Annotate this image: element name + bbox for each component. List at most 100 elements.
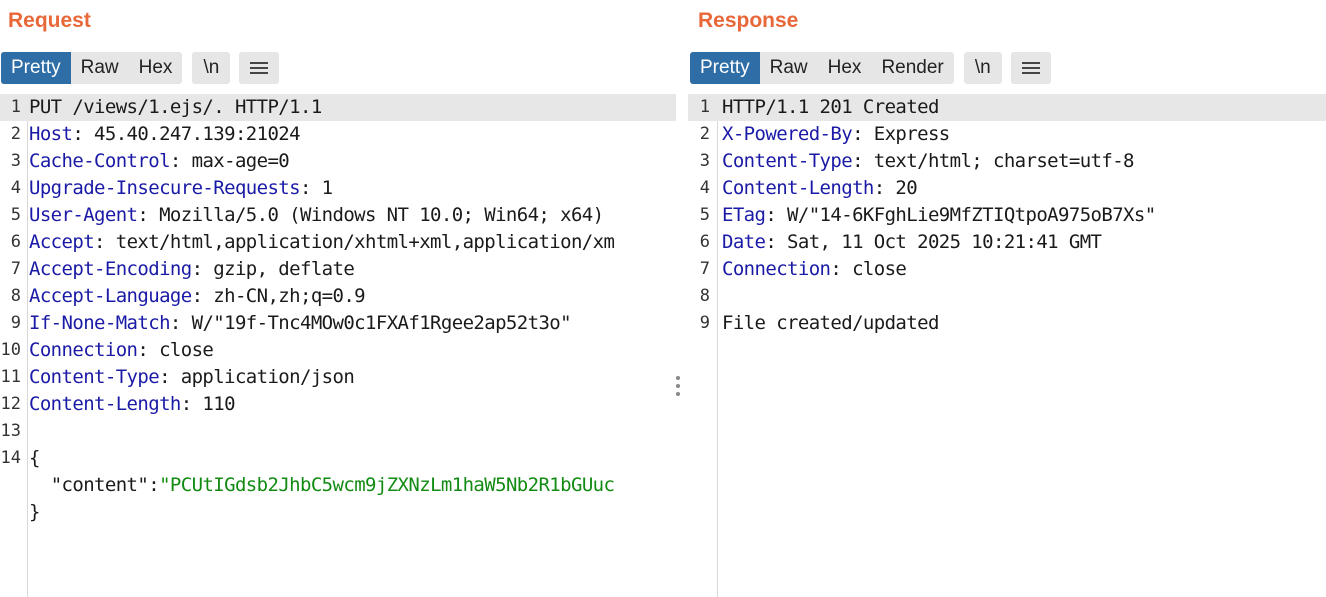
header-value: : Sat, 11 Oct 2025 10:21:41 GMT: [765, 231, 1102, 253]
tab-hex[interactable]: Hex: [129, 52, 183, 84]
header-value: : 1: [299, 177, 333, 199]
header-name: Content-Type: [722, 150, 853, 172]
header-value: : close: [830, 258, 907, 280]
line-number: 8: [10, 286, 21, 306]
code-line: 13: [0, 418, 676, 445]
code-line: 9 File created/updated: [688, 310, 1326, 337]
code-line: 1 HTTP/1.1 201 Created: [688, 94, 1326, 121]
json-colon: :: [148, 474, 160, 496]
code-line: 8 Accept-Language: zh-CN,zh;q=0.9: [0, 283, 676, 310]
hamburger-menu-icon[interactable]: [239, 52, 280, 84]
newline-toggle-button[interactable]: \n: [192, 52, 231, 84]
header-name: ETag: [722, 204, 766, 226]
header-value: : zh-CN,zh;q=0.9: [191, 285, 366, 307]
header-name: Accept: [29, 231, 95, 253]
tab-render[interactable]: Render: [871, 52, 953, 84]
code-line: 4 Upgrade-Insecure-Requests: 1: [0, 175, 676, 202]
code-line: 2 Host: 45.40.247.139:21024: [0, 121, 676, 148]
line-number: 3: [699, 151, 710, 171]
line-number: 8: [699, 286, 710, 306]
code-line: 6 Date: Sat, 11 Oct 2025 10:21:41 GMT: [688, 229, 1326, 256]
request-title: Request: [8, 9, 91, 32]
line-number: 1: [699, 97, 710, 117]
line-number: 4: [10, 178, 21, 198]
code-line: "content":"PCUtIGdsb2JhbC5wcm9jZXNzLm1ha…: [0, 472, 676, 499]
tab-hex[interactable]: Hex: [818, 52, 872, 84]
header-name: Content-Length: [29, 393, 181, 415]
header-value: : text/html; charset=utf-8: [852, 150, 1134, 172]
header-value: : close: [137, 339, 214, 361]
header-name: If-None-Match: [29, 312, 171, 334]
header-value: : W/"14-6KFghLie9MfZTIQtpoA975oB7Xs": [765, 204, 1156, 226]
code-line: 14 {: [0, 445, 676, 472]
response-toolbar: Pretty Raw Hex Render \n: [690, 52, 1051, 84]
header-name: Connection: [29, 339, 138, 361]
code-line: 3 Content-Type: text/html; charset=utf-8: [688, 148, 1326, 175]
header-value: : 110: [180, 393, 236, 415]
header-name: Cache-Control: [29, 150, 171, 172]
json-close-brace: }: [29, 501, 40, 523]
line-number: 7: [10, 259, 21, 279]
code-line: 1 PUT /views/1.ejs/. HTTP/1.1: [0, 94, 676, 121]
response-view-tabs: Pretty Raw Hex Render: [690, 52, 954, 84]
tab-raw[interactable]: Raw: [760, 52, 818, 84]
line-number: 11: [0, 367, 21, 387]
line-number: 5: [10, 205, 21, 225]
code-line: 5 User-Agent: Mozilla/5.0 (Windows NT 10…: [0, 202, 676, 229]
response-editor[interactable]: 1 HTTP/1.1 201 Created 2 X-Powered-By: E…: [688, 94, 1326, 597]
line-number: 2: [699, 124, 710, 144]
line-number: 7: [699, 259, 710, 279]
request-view-tabs: Pretty Raw Hex: [1, 52, 183, 84]
code-line: 4 Content-Length: 20: [688, 175, 1326, 202]
newline-toggle-button[interactable]: \n: [963, 52, 1002, 84]
code-line: 11 Content-Type: application/json: [0, 364, 676, 391]
json-open-brace: {: [29, 447, 40, 469]
vertical-dots-icon[interactable]: [676, 376, 682, 400]
code-line: 5 ETag: W/"14-6KFghLie9MfZTIQtpoA975oB7X…: [688, 202, 1326, 229]
line-number: 9: [10, 313, 21, 333]
header-value: : text/html,application/xhtml+xml,applic…: [94, 231, 615, 253]
header-name: Accept-Encoding: [29, 258, 192, 280]
line-number: 6: [10, 232, 21, 252]
header-value: : Mozilla/5.0 (Windows NT 10.0; Win64; x…: [137, 204, 604, 226]
header-value: : gzip, deflate: [191, 258, 355, 280]
request-line: PUT /views/1.ejs/. HTTP/1.1: [29, 96, 322, 118]
code-line: 8: [688, 283, 1326, 310]
code-line: 7 Connection: close: [688, 256, 1326, 283]
header-name: Upgrade-Insecure-Requests: [29, 177, 301, 199]
line-number: 14: [0, 448, 21, 468]
line-number: 1: [10, 97, 21, 117]
status-line: HTTP/1.1 201 Created: [722, 96, 939, 118]
response-pane: Response Pretty Raw Hex Render \n 1 HTTP…: [688, 0, 1326, 597]
code-line: 6 Accept: text/html,application/xhtml+xm…: [0, 229, 676, 256]
line-number: 6: [699, 232, 710, 252]
header-name: Date: [722, 231, 766, 253]
code-line: 12 Content-Length: 110: [0, 391, 676, 418]
header-value: : application/json: [159, 366, 355, 388]
line-number: 9: [699, 313, 710, 333]
header-value: : max-age=0: [169, 150, 290, 172]
code-line: }: [0, 499, 676, 526]
header-name: X-Powered-By: [722, 123, 853, 145]
header-value: : W/"19f-Tnc4MOw0c1FXAf1Rgee2ap52t3o": [169, 312, 572, 334]
request-toolbar: Pretty Raw Hex \n: [1, 52, 280, 84]
tab-pretty[interactable]: Pretty: [690, 52, 760, 84]
hamburger-menu-icon[interactable]: [1010, 52, 1051, 84]
header-name: Host: [29, 123, 73, 145]
tab-raw[interactable]: Raw: [71, 52, 129, 84]
header-name: Content-Type: [29, 366, 160, 388]
header-value: : Express: [852, 123, 950, 145]
line-number: 3: [10, 151, 21, 171]
response-title: Response: [698, 9, 799, 32]
line-number: 5: [699, 205, 710, 225]
response-body: File created/updated: [722, 312, 939, 334]
header-value: : 45.40.247.139:21024: [72, 123, 300, 145]
header-name: Content-Length: [722, 177, 874, 199]
json-key: "content": [50, 474, 149, 496]
request-pane: Request Pretty Raw Hex \n 1 PUT /views/1…: [0, 0, 676, 597]
code-line: 9 If-None-Match: W/"19f-Tnc4MOw0c1FXAf1R…: [0, 310, 676, 337]
line-number: 10: [0, 340, 21, 360]
tab-pretty[interactable]: Pretty: [1, 52, 71, 84]
request-editor[interactable]: 1 PUT /views/1.ejs/. HTTP/1.1 2 Host: 45…: [0, 94, 676, 597]
